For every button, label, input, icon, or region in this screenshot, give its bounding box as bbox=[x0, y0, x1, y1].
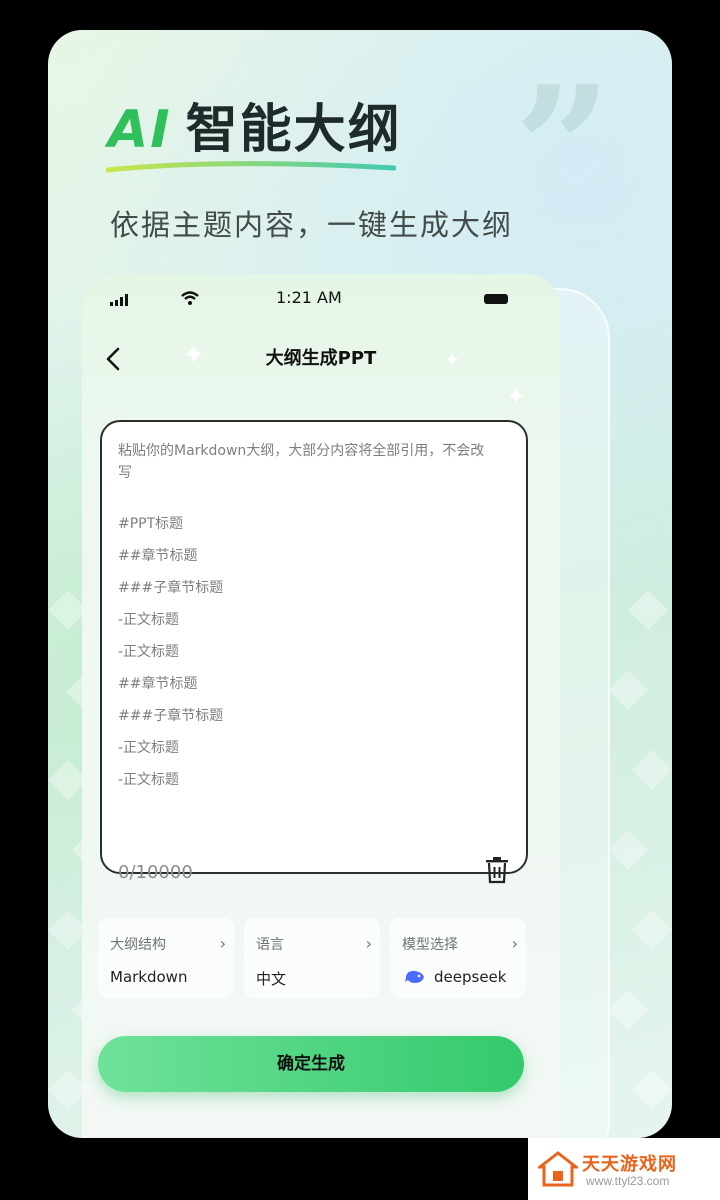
markdown-line: -正文标题 bbox=[118, 772, 180, 788]
option-label: 模型选择 bbox=[402, 937, 458, 953]
watermark-name: 天天游戏网 bbox=[582, 1154, 677, 1175]
markdown-line: ##章节标题 bbox=[118, 548, 198, 564]
trash-icon[interactable] bbox=[484, 856, 510, 884]
outline-structure-selector[interactable]: 大纲结构 › Markdown bbox=[98, 918, 234, 998]
markdown-line: -正文标题 bbox=[118, 644, 180, 660]
language-selector[interactable]: 语言 › 中文 bbox=[244, 918, 380, 998]
option-label: 大纲结构 bbox=[110, 937, 166, 953]
option-value: deepseek bbox=[434, 968, 507, 986]
deepseek-whale-icon bbox=[405, 970, 424, 983]
character-counter: 0/10000 bbox=[118, 862, 193, 883]
confirm-generate-button[interactable]: 确定生成 bbox=[98, 1036, 524, 1092]
markdown-line: ##章节标题 bbox=[118, 676, 198, 692]
page-title: 大纲生成PPT bbox=[265, 348, 377, 369]
quote-mark-decoration: ” bbox=[514, 49, 612, 249]
watermark-house-logo bbox=[538, 1151, 578, 1187]
status-bar: 1:21 AM bbox=[82, 274, 560, 320]
markdown-line: -正文标题 bbox=[118, 740, 180, 756]
option-value: Markdown bbox=[110, 968, 188, 986]
watermark-url: www.ttyl23.com bbox=[586, 1174, 670, 1188]
chevron-right-icon: › bbox=[511, 934, 518, 953]
model-selector[interactable]: 模型选择 › deepseek bbox=[390, 918, 526, 998]
markdown-example-lines: #PPT标题 ##章节标题 ###子章节标题 -正文标题 -正文标题 ##章节标… bbox=[118, 508, 223, 796]
chevron-right-icon: › bbox=[219, 934, 226, 953]
markdown-line: ###子章节标题 bbox=[118, 580, 224, 596]
chevron-right-icon: › bbox=[365, 934, 372, 953]
markdown-input-area[interactable]: 粘贴你的Markdown大纲，大部分内容将全部引用，不会改写 #PPT标题 ##… bbox=[100, 420, 528, 884]
status-time: 1:21 AM bbox=[276, 288, 342, 307]
title-underline-stroke bbox=[106, 161, 396, 173]
sparkle-icon: ✦ bbox=[506, 382, 527, 410]
signal-icon bbox=[110, 294, 128, 306]
hero-subtitle: 依据主题内容，一键生成大纲 bbox=[110, 208, 514, 242]
option-label: 语言 bbox=[256, 937, 284, 953]
watermark: 天天游戏网 www.ttyl23.com bbox=[528, 1138, 720, 1200]
battery-icon bbox=[484, 294, 508, 304]
input-placeholder: 粘贴你的Markdown大纲，大部分内容将全部引用，不会改写 bbox=[118, 443, 485, 481]
hero-title: AI 智能大纲 bbox=[108, 90, 402, 170]
wifi-icon bbox=[181, 291, 199, 305]
hero-title-text: 智能大纲 bbox=[185, 100, 402, 160]
phone-screen: 1:21 AM ✦ ✦ ✦ 大纲生成PPT 粘贴你的Markdown大纲，大部分… bbox=[82, 274, 560, 1138]
markdown-line: ###子章节标题 bbox=[118, 708, 224, 724]
hero-ai-label: AI bbox=[108, 100, 172, 160]
markdown-line: -正文标题 bbox=[118, 612, 180, 628]
option-value: 中文 bbox=[256, 970, 287, 988]
markdown-line: #PPT标题 bbox=[118, 516, 184, 532]
